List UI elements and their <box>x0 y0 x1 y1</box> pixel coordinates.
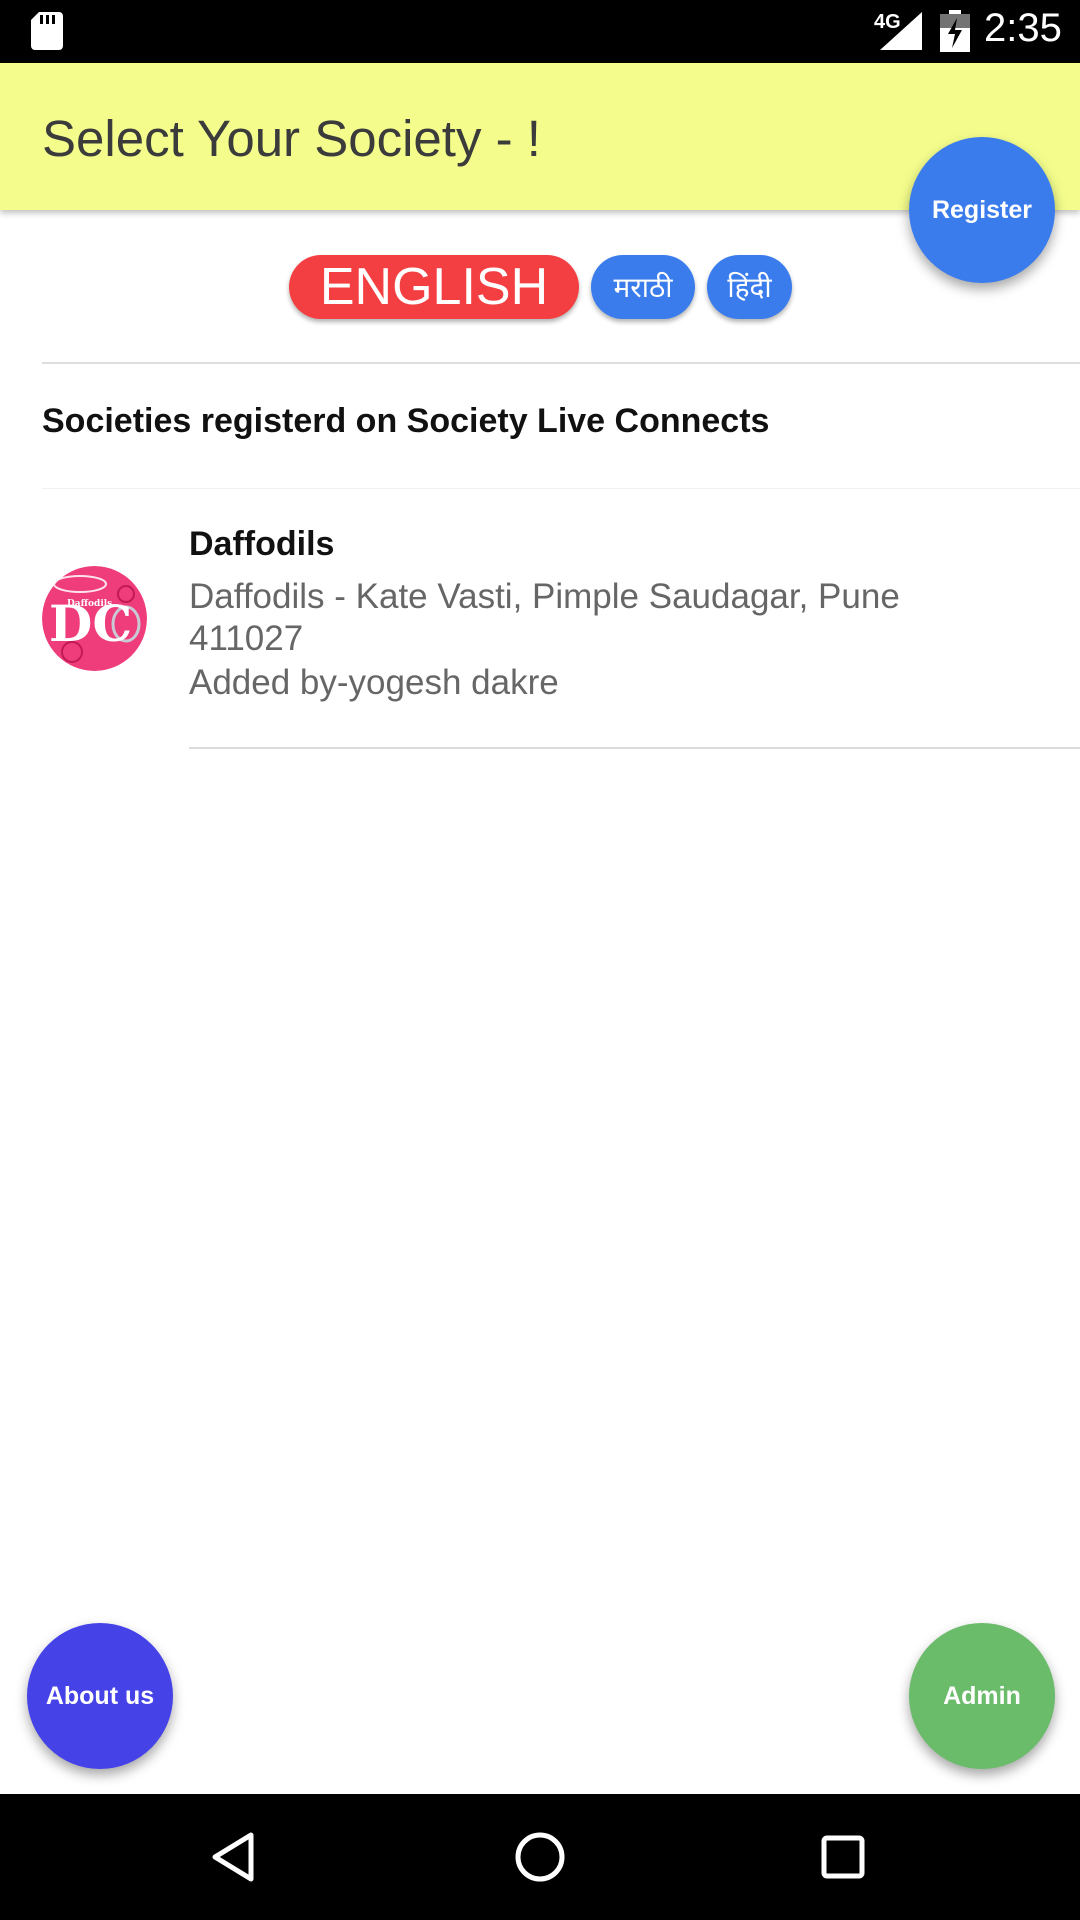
society-list-item[interactable]: DC Daffodils Daffodils Daffodils - Kate … <box>0 489 1080 749</box>
home-icon[interactable] <box>505 1824 575 1890</box>
sd-card-icon <box>31 12 63 50</box>
clock: 2:35 <box>984 6 1062 50</box>
english-language-button[interactable]: ENGLISH <box>289 255 579 319</box>
back-icon[interactable] <box>201 1824 271 1890</box>
page-title: Select Your Society - ! <box>42 110 541 167</box>
divider <box>189 747 1080 749</box>
divider <box>42 362 1080 364</box>
society-avatar: DC Daffodils <box>42 566 147 671</box>
society-address: Daffodils - Kate Vasti, Pimple Saudagar,… <box>189 577 900 658</box>
language-selector: ENGLISH मराठी हिंदी <box>0 255 1080 321</box>
svg-text:Daffodils: Daffodils <box>67 599 112 609</box>
admin-button[interactable]: Admin <box>909 1623 1055 1769</box>
signal-icon <box>880 12 922 50</box>
society-added-by: Added by-yogesh dakre <box>189 663 559 702</box>
navigation-bar <box>0 1794 1080 1920</box>
status-bar: 4G 2:35 <box>0 0 1080 63</box>
society-logo-icon: DC Daffodils <box>42 566 147 671</box>
section-title: Societies registerd on Society Live Conn… <box>42 402 770 440</box>
society-name: Daffodils <box>189 525 335 563</box>
marathi-language-button[interactable]: मराठी <box>591 255 695 319</box>
about-us-button[interactable]: About us <box>27 1623 173 1769</box>
battery-charging-icon <box>940 10 970 52</box>
hindi-language-button[interactable]: हिंदी <box>707 255 792 319</box>
recents-icon[interactable] <box>808 1824 878 1890</box>
